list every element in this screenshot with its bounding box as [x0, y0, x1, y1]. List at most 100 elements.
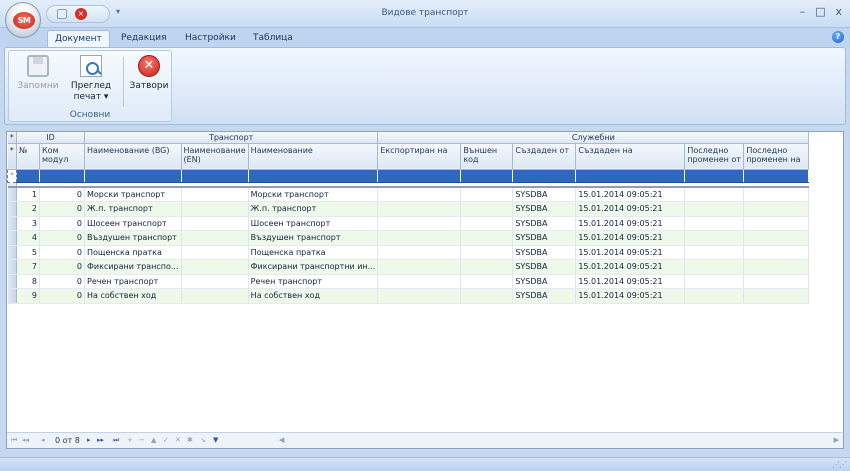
table-cell[interactable] — [460, 274, 514, 289]
table-cell[interactable] — [181, 216, 249, 231]
first-record-icon[interactable]: ⏮ — [11, 436, 17, 445]
table-cell[interactable] — [377, 187, 462, 202]
column-header-external-code[interactable]: Външен код — [460, 143, 514, 170]
column-header-name[interactable]: Наименование — [248, 143, 379, 170]
table-cell[interactable] — [684, 259, 745, 275]
table-cell[interactable] — [743, 274, 810, 289]
table-cell[interactable] — [743, 288, 810, 304]
table-cell[interactable]: 2 — [16, 201, 40, 217]
table-cell[interactable]: 0 — [39, 259, 85, 275]
table-cell[interactable]: 9 — [16, 288, 40, 304]
table-cell[interactable] — [684, 274, 745, 289]
table-cell[interactable] — [460, 230, 514, 246]
column-header-created-on[interactable]: Създаден на — [575, 143, 686, 170]
row-indicator[interactable] — [7, 245, 17, 260]
filter-cell[interactable] — [460, 169, 514, 183]
table-cell[interactable]: Шосеен транспорт — [84, 216, 182, 231]
column-header-module[interactable]: Ком модул — [39, 143, 85, 170]
table-cell[interactable] — [684, 201, 745, 217]
table-cell[interactable]: 0 — [39, 187, 85, 202]
application-menu-button[interactable]: SM — [5, 2, 41, 38]
table-cell[interactable]: На собствен ход — [248, 288, 379, 304]
scroll-right-icon[interactable]: ▶ — [834, 436, 839, 444]
tab-edit[interactable]: Редакция — [114, 30, 174, 47]
table-cell[interactable] — [377, 259, 462, 275]
table-cell[interactable] — [684, 216, 745, 231]
filter-cell[interactable] — [743, 169, 810, 183]
delete-record-icon[interactable]: − — [139, 436, 145, 444]
table-cell[interactable]: 15.01.2014 09:05:21 — [575, 201, 686, 217]
minimize-button[interactable]: – — [800, 5, 806, 18]
table-cell[interactable] — [684, 230, 745, 246]
table-cell[interactable] — [460, 288, 514, 304]
print-preview-button[interactable]: Преглед печат ▾ — [67, 55, 115, 103]
row-indicator[interactable] — [7, 216, 17, 231]
column-header-created-by[interactable]: Създаден от — [512, 143, 577, 170]
edit-record-icon[interactable]: ▲ — [151, 436, 156, 444]
table-cell[interactable]: 4 — [16, 230, 40, 246]
table-cell[interactable] — [743, 201, 810, 217]
filter-cell[interactable] — [16, 169, 40, 183]
table-cell[interactable]: Речен транспорт — [84, 274, 182, 289]
table-cell[interactable]: Речен транспорт — [248, 274, 379, 289]
tab-table[interactable]: Таблица — [246, 30, 300, 47]
table-cell[interactable]: 15.01.2014 09:05:21 — [575, 230, 686, 246]
table-cell[interactable] — [181, 201, 249, 217]
table-cell[interactable] — [684, 245, 745, 260]
table-cell[interactable]: Въздушен транспорт — [84, 230, 182, 246]
column-header-modified-by[interactable]: Последно променен от — [684, 143, 745, 170]
scroll-left-icon[interactable]: ◀ — [279, 436, 284, 444]
table-cell[interactable]: SYSDBA — [512, 245, 577, 260]
table-cell[interactable] — [684, 288, 745, 304]
band-service[interactable]: Служебни — [377, 132, 810, 144]
table-cell[interactable]: Морски транспорт — [84, 187, 182, 202]
table-cell[interactable]: Въздушен транспорт — [248, 230, 379, 246]
table-cell[interactable]: SYSDBA — [512, 259, 577, 275]
table-cell[interactable] — [377, 288, 462, 304]
table-row[interactable]: 9 0 На собствен ход На собствен ход SYSDBA 15… — [7, 288, 810, 304]
table-cell[interactable]: 15.01.2014 09:05:21 — [575, 245, 686, 260]
table-cell[interactable] — [743, 216, 810, 231]
table-cell[interactable]: 15.01.2014 09:05:21 — [575, 288, 686, 304]
table-cell[interactable]: 0 — [39, 230, 85, 246]
append-record-icon[interactable]: + — [127, 436, 133, 444]
filter-cell[interactable] — [181, 169, 249, 183]
prev-page-icon[interactable]: ◂◂ — [22, 436, 29, 444]
row-indicator[interactable] — [7, 259, 17, 275]
cancel-edit-icon[interactable]: ✕ — [175, 436, 181, 444]
row-indicator[interactable] — [7, 288, 17, 304]
table-cell[interactable]: 5 — [16, 245, 40, 260]
table-row[interactable]: 5 0 Пощенска пратка Пощенска пратка SYSDBA 15… — [7, 245, 810, 260]
table-cell[interactable] — [460, 259, 514, 275]
column-header-no[interactable]: № — [16, 143, 40, 170]
table-cell[interactable] — [181, 288, 249, 304]
table-cell[interactable] — [460, 201, 514, 217]
row-indicator[interactable] — [7, 274, 17, 289]
table-cell[interactable] — [181, 230, 249, 246]
table-cell[interactable] — [460, 245, 514, 260]
table-cell[interactable]: SYSDBA — [512, 201, 577, 217]
bookmark-icon[interactable]: ✱ — [187, 436, 193, 444]
table-cell[interactable] — [460, 216, 514, 231]
table-cell[interactable]: Пощенска пратка — [84, 245, 182, 260]
table-cell[interactable]: 7 — [16, 259, 40, 275]
maximize-button[interactable]: □ — [815, 5, 825, 18]
goto-bookmark-icon[interactable]: ↘ — [200, 436, 206, 444]
table-cell[interactable]: На собствен ход — [84, 288, 182, 304]
tab-document[interactable]: Документ — [47, 30, 110, 47]
table-cell[interactable]: 8 — [16, 274, 40, 289]
table-cell[interactable]: Шосеен транспорт — [248, 216, 379, 231]
table-cell[interactable]: Пощенска пратка — [248, 245, 379, 260]
tab-settings[interactable]: Настройки — [178, 30, 243, 47]
post-edit-icon[interactable]: ✓ — [163, 436, 169, 444]
table-cell[interactable]: Морски транспорт — [248, 187, 379, 202]
table-cell[interactable]: SYSDBA — [512, 230, 577, 246]
table-cell[interactable] — [181, 259, 249, 275]
table-cell[interactable] — [377, 274, 462, 289]
table-cell[interactable]: 0 — [39, 216, 85, 231]
band-id[interactable]: ID — [16, 132, 85, 144]
table-cell[interactable] — [377, 230, 462, 246]
column-header-exported[interactable]: Експортиран на — [377, 143, 462, 170]
column-header-name-en[interactable]: Наименование (EN) — [181, 143, 249, 170]
filter-cell[interactable] — [512, 169, 577, 183]
